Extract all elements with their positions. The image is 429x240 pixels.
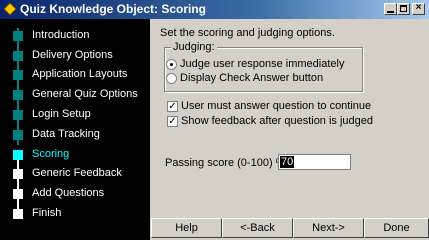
step-marker-icon	[13, 31, 23, 41]
step-label: Delivery Options	[32, 49, 113, 61]
help-button[interactable]: Help	[151, 218, 222, 238]
step-general-quiz-options[interactable]: General Quiz Options	[0, 86, 150, 104]
step-finish[interactable]: Finish	[0, 205, 150, 223]
step-sidebar: Introduction Delivery Options Applicatio…	[0, 19, 150, 240]
passing-score-value: 70	[280, 156, 295, 168]
done-button[interactable]: Done	[364, 218, 429, 238]
step-introduction[interactable]: Introduction	[0, 27, 150, 45]
scoring-panel: Set the scoring and judging options. Jud…	[150, 19, 429, 219]
step-label: General Quiz Options	[32, 88, 138, 100]
wizard-button-bar: Help <-Back Next-> Done	[150, 216, 429, 240]
minimize-icon[interactable]	[384, 3, 397, 15]
step-marker-icon	[13, 150, 23, 160]
app-diamond-icon	[4, 3, 16, 15]
must-answer-label[interactable]: User must answer question to continue	[181, 100, 371, 112]
step-marker-icon	[13, 209, 23, 219]
page-instructions: Set the scoring and judging options.	[160, 27, 335, 39]
step-marker-icon	[13, 110, 23, 120]
step-marker-icon	[13, 51, 23, 61]
step-label: Finish	[32, 207, 62, 219]
step-label: Login Setup	[32, 108, 91, 120]
check-answer-button-radio[interactable]	[166, 73, 177, 84]
step-add-questions[interactable]: Add Questions	[0, 185, 150, 203]
title-bar[interactable]: Quiz Knowledge Object: Scoring ×	[0, 0, 429, 19]
step-generic-feedback[interactable]: Generic Feedback	[0, 165, 150, 183]
maximize-icon[interactable]	[397, 3, 410, 15]
show-feedback-label[interactable]: Show feedback after question is judged	[181, 115, 373, 127]
passing-score-input[interactable]: 70	[278, 154, 351, 170]
window-title: Quiz Knowledge Object: Scoring	[20, 2, 207, 16]
wizard-window: Quiz Knowledge Object: Scoring × Introdu…	[0, 0, 429, 240]
show-feedback-checkbox[interactable]: ✓	[167, 116, 178, 127]
judging-legend: Judging:	[171, 41, 217, 53]
step-label: Generic Feedback	[32, 167, 122, 179]
check-answer-button-label[interactable]: Display Check Answer button	[180, 72, 323, 84]
step-marker-icon	[13, 189, 23, 199]
passing-score-label: Passing score (0-100) %:	[165, 157, 289, 169]
step-marker-icon	[13, 130, 23, 140]
step-scoring[interactable]: Scoring	[0, 146, 150, 164]
back-button[interactable]: <-Back	[222, 218, 293, 238]
step-marker-icon	[13, 169, 23, 179]
close-icon[interactable]: ×	[412, 3, 425, 15]
step-label: Data Tracking	[32, 128, 100, 140]
step-label: Application Layouts	[32, 68, 128, 80]
judge-immediately-radio[interactable]	[166, 59, 177, 70]
step-data-tracking[interactable]: Data Tracking	[0, 126, 150, 144]
next-button[interactable]: Next->	[293, 218, 364, 238]
step-marker-icon	[13, 70, 23, 80]
step-login-setup[interactable]: Login Setup	[0, 106, 150, 124]
step-label: Add Questions	[32, 187, 105, 199]
step-label: Scoring	[32, 148, 70, 160]
judge-immediately-label[interactable]: Judge user response immediately	[180, 58, 344, 70]
step-marker-icon	[13, 90, 23, 100]
must-answer-checkbox[interactable]: ✓	[167, 101, 178, 112]
step-application-layouts[interactable]: Application Layouts	[0, 66, 150, 84]
step-delivery-options[interactable]: Delivery Options	[0, 47, 150, 65]
step-label: Introduction	[32, 29, 90, 41]
